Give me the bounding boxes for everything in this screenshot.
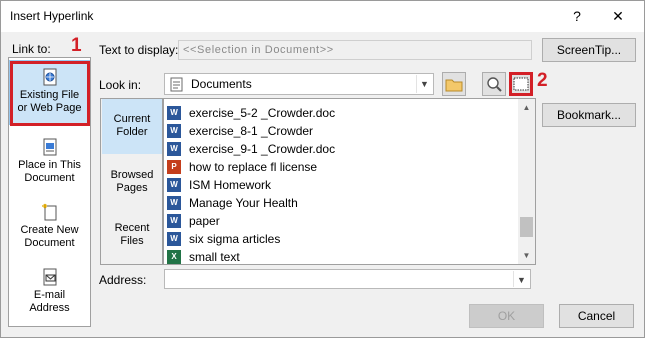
recent-files-line1: Recent [114,222,150,234]
word-document-icon: W [167,196,181,210]
list-item[interactable]: W ISM Homework [167,176,517,194]
email-icon [43,268,56,286]
folder-up-icon [445,79,463,92]
help-button[interactable]: ? [567,5,587,27]
text-to-display-field[interactable]: <<Selection in Document>> [178,40,532,60]
word-document-icon: W [167,178,181,192]
highlight-box-existing-file [10,61,90,126]
file-list[interactable]: W exercise_5-2 _Crowder.doc W exercise_8… [163,98,536,265]
folder-nav-browsed-pages[interactable]: Browsed Pages [102,169,162,195]
file-name: exercise_8-1 _Crowder [189,124,314,138]
file-name: six sigma articles [189,232,281,246]
nav-email-line1: E-mail [33,289,66,301]
list-item[interactable]: P how to replace fl license [167,158,517,176]
powerpoint-document-icon: P [167,160,181,174]
screentip-button[interactable]: ScreenTip... [542,38,636,62]
step-marker-2: 2 [537,70,548,91]
scroll-thumb[interactable] [520,217,533,237]
address-combo[interactable]: ▼ [164,269,531,289]
file-name: exercise_9-1 _Crowder.doc [189,142,336,156]
file-name: exercise_5-2 _Crowder.doc [189,106,336,120]
browse-web-icon [487,77,502,92]
document-place-icon [43,138,56,156]
nav-email-line2: Address [29,302,70,314]
new-document-icon [41,203,56,221]
title-bar: Insert Hyperlink ? ✕ [1,1,644,32]
list-item[interactable]: W six sigma articles [167,230,517,248]
word-document-icon: W [167,214,181,228]
word-document-icon: W [167,232,181,246]
browse-web-button[interactable] [482,72,506,96]
address-label: Address: [99,273,147,287]
nav-create-new-document[interactable]: Create New Document [9,203,90,250]
excel-document-icon: X [167,250,181,264]
folder-nav: Current Folder Browsed Pages Recent File… [100,98,163,265]
list-item[interactable]: W exercise_8-1 _Crowder [167,122,517,140]
look-in-label: Look in: [99,78,142,92]
browsed-pages-line2: Pages [116,182,148,194]
link-to-label: Link to: [12,42,51,56]
step-marker-1: 1 [71,35,82,56]
nav-create-line2: Document [24,237,75,249]
list-item[interactable]: W exercise_5-2 _Crowder.doc [167,104,517,122]
word-document-icon: W [167,142,181,156]
browse-file-icon [513,77,529,91]
nav-create-line1: Create New [20,224,79,236]
scroll-down-icon[interactable]: ▼ [518,247,535,264]
bookmark-button[interactable]: Bookmark... [542,103,636,127]
look-in-combo[interactable]: Documents ▼ [164,73,434,95]
folder-nav-recent-files[interactable]: Recent Files [102,222,162,248]
nav-email-address[interactable]: E-mail Address [9,268,90,315]
look-in-value: Documents [191,77,252,91]
list-item[interactable]: W Manage Your Health [167,194,517,212]
chevron-down-icon[interactable]: ▼ [416,75,432,93]
list-item[interactable]: W exercise_9-1 _Crowder.doc [167,140,517,158]
folder-nav-current-folder[interactable]: Current Folder [102,99,162,154]
ok-button[interactable]: OK [469,304,544,328]
close-button[interactable]: ✕ [607,5,629,27]
current-folder-line2: Folder [116,126,148,138]
chevron-down-icon[interactable]: ▼ [513,271,529,287]
file-name: small text [189,250,240,264]
file-name: ISM Homework [189,178,272,192]
file-name: how to replace fl license [189,160,318,174]
browsed-pages-line1: Browsed [110,169,154,181]
file-name: Manage Your Health [189,196,298,210]
word-document-icon: W [167,106,181,120]
nav-place-line1: Place in This [18,159,81,171]
window-title: Insert Hyperlink [10,9,94,23]
recent-files-line2: Files [120,235,144,247]
text-to-display-value: <<Selection in Document>> [183,44,334,56]
list-item[interactable]: W paper [167,212,517,230]
documents-folder-icon [170,77,183,92]
word-document-icon: W [167,124,181,138]
scroll-up-icon[interactable]: ▲ [518,99,535,116]
nav-place-in-document[interactable]: Place in This Document [9,138,90,185]
insert-hyperlink-dialog: Insert Hyperlink ? ✕ Link to: 1 Existing… [0,0,645,338]
text-to-display-label: Text to display: [99,43,179,57]
browse-file-button[interactable] [509,72,533,96]
up-one-folder-button[interactable] [442,72,466,96]
nav-place-line2: Document [24,172,75,184]
file-name: paper [189,214,220,228]
cancel-button[interactable]: Cancel [559,304,634,328]
file-list-scrollbar[interactable]: ▲ ▼ [518,99,535,264]
current-folder-line1: Current [113,113,151,125]
list-item[interactable]: X small text [167,248,517,264]
